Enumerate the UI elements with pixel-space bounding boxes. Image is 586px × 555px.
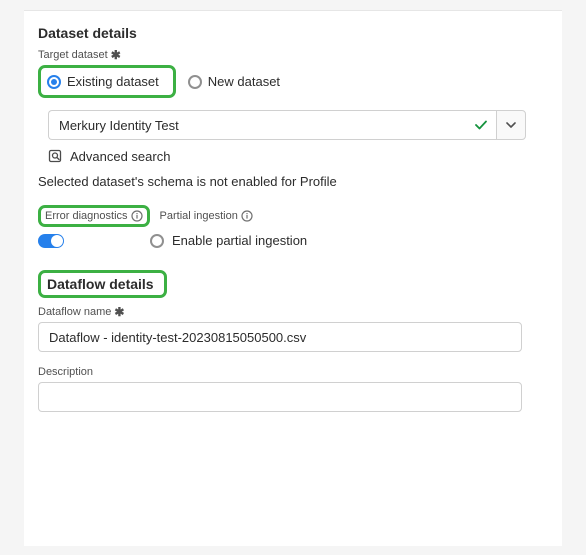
error-diagnostics-label-group: Error diagnostics: [45, 210, 143, 222]
advanced-search-link[interactable]: Advanced search: [48, 148, 548, 164]
dataset-valid-indicator: [466, 110, 496, 140]
dataset-select-row: Merkury Identity Test: [48, 110, 526, 140]
settings-panel: Dataset details Target dataset ✱ Existin…: [24, 10, 562, 546]
dataflow-details-highlight: Dataflow details: [38, 270, 167, 298]
required-asterisk-icon: ✱: [111, 50, 121, 61]
schema-profile-note: Selected dataset's schema is not enabled…: [38, 174, 548, 189]
new-dataset-option[interactable]: New dataset: [186, 70, 288, 93]
target-dataset-label-text: Target dataset: [38, 49, 108, 61]
dataset-details-title: Dataset details: [38, 25, 548, 41]
dataflow-name-label-text: Dataflow name: [38, 306, 111, 318]
existing-dataset-highlight: Existing dataset: [38, 65, 176, 98]
partial-ingestion-label: Partial ingestion: [160, 210, 238, 222]
dataflow-name-label: Dataflow name ✱: [38, 306, 548, 318]
dataflow-details-title: Dataflow details: [47, 276, 154, 292]
enable-partial-label: Enable partial ingestion: [172, 233, 307, 248]
radio-selected-icon: [47, 75, 61, 89]
existing-dataset-label: Existing dataset: [67, 74, 159, 89]
dataset-select-value: Merkury Identity Test: [59, 118, 179, 133]
description-input[interactable]: [38, 382, 522, 412]
new-dataset-label: New dataset: [208, 74, 280, 89]
error-diagnostics-toggle[interactable]: [38, 234, 64, 248]
radio-unselected-icon: [150, 234, 164, 248]
checkmark-icon: [474, 118, 488, 132]
description-label-text: Description: [38, 366, 93, 378]
required-asterisk-icon: ✱: [114, 307, 124, 318]
dataflow-name-value: Dataflow - identity-test-20230815050500.…: [49, 330, 306, 345]
chevron-down-icon: [506, 120, 516, 130]
radio-unselected-icon: [188, 75, 202, 89]
description-label: Description: [38, 366, 548, 378]
enable-partial-option[interactable]: Enable partial ingestion: [150, 233, 307, 248]
target-dataset-radio-group: Existing dataset New dataset: [38, 65, 548, 98]
info-icon[interactable]: [131, 210, 143, 222]
dataset-select[interactable]: Merkury Identity Test: [48, 110, 466, 140]
dataset-dropdown-button[interactable]: [496, 110, 526, 140]
existing-dataset-option[interactable]: Existing dataset: [45, 70, 167, 93]
target-dataset-label: Target dataset ✱: [38, 49, 548, 61]
diagnostics-controls-row: Enable partial ingestion: [38, 233, 548, 248]
error-diagnostics-label: Error diagnostics: [45, 210, 128, 222]
dataflow-name-input[interactable]: Dataflow - identity-test-20230815050500.…: [38, 322, 522, 352]
error-diagnostics-highlight: Error diagnostics: [38, 205, 150, 227]
partial-ingestion-label-group: Partial ingestion: [160, 210, 253, 222]
dataflow-heading-wrap: Dataflow details: [38, 270, 548, 298]
diagnostics-labels-row: Error diagnostics Partial ingestion: [38, 205, 548, 227]
advanced-search-label: Advanced search: [70, 149, 170, 164]
info-icon[interactable]: [241, 210, 253, 222]
advanced-search-icon: [48, 148, 64, 164]
